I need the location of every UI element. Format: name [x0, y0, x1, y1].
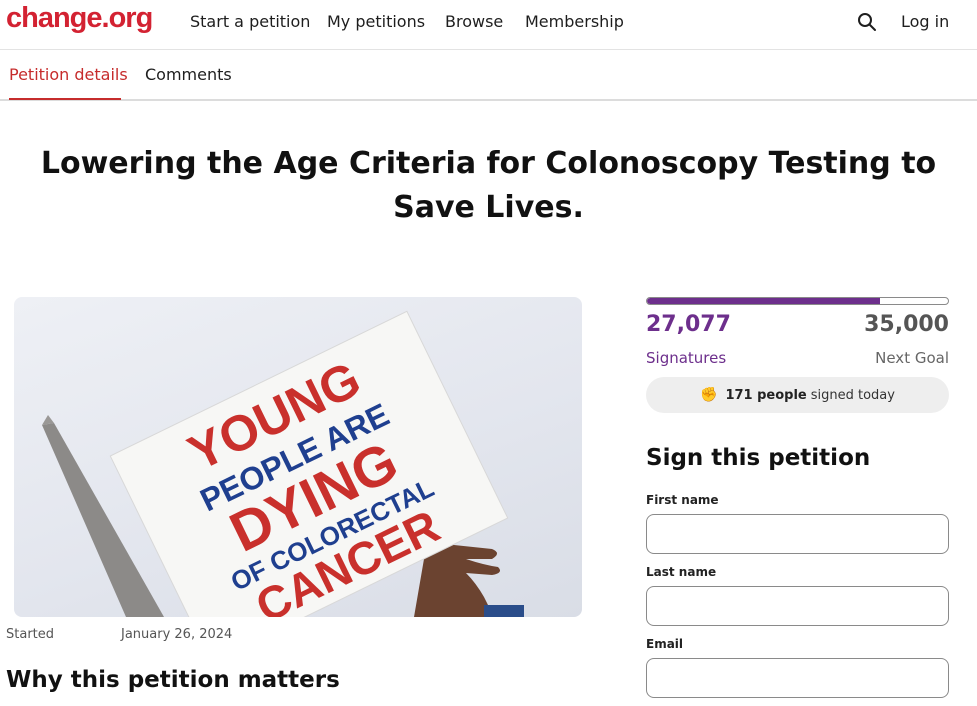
goal-count: 35,000 [864, 312, 949, 337]
signed-today-badge: ✊ 171 people signed today [646, 377, 949, 413]
active-tab-indicator [9, 98, 121, 100]
today-count: 171 people [725, 387, 807, 403]
email-field[interactable] [646, 658, 949, 698]
first-name-label: First name [646, 493, 719, 507]
petition-image: YOUNG PEOPLE ARE DYING OF COLORECTAL CAN… [14, 297, 582, 617]
nav-browse[interactable]: Browse [445, 12, 503, 31]
signatures-label: Signatures [646, 349, 727, 367]
top-nav: change.org Start a petition My petitions… [0, 0, 977, 50]
login-link[interactable]: Log in [901, 12, 949, 31]
sign-heading: Sign this petition [646, 445, 871, 471]
why-heading: Why this petition matters [6, 667, 340, 693]
signature-progress-fill [647, 298, 880, 304]
nav-start-petition[interactable]: Start a petition [190, 12, 310, 31]
today-text: signed today [810, 387, 895, 403]
tab-petition-details[interactable]: Petition details [9, 65, 128, 84]
email-label: Email [646, 637, 684, 651]
nav-membership[interactable]: Membership [525, 12, 624, 31]
last-name-field[interactable] [646, 586, 949, 626]
tab-comments[interactable]: Comments [145, 65, 232, 84]
first-name-field[interactable] [646, 514, 949, 554]
change-org-logo[interactable]: change.org [6, 2, 153, 35]
started-label: Started [6, 627, 55, 642]
signature-progress-bar [646, 297, 949, 305]
nav-my-petitions[interactable]: My petitions [327, 12, 425, 31]
petition-tabs: Petition details Comments [0, 50, 977, 101]
goal-label: Next Goal [875, 349, 949, 367]
search-icon[interactable] [857, 12, 877, 32]
petition-title: Lowering the Age Criteria for Colonoscop… [40, 146, 937, 225]
signature-count: 27,077 [646, 312, 731, 337]
started-date: January 26, 2024 [121, 627, 233, 642]
fist-icon: ✊ [700, 387, 718, 403]
last-name-label: Last name [646, 565, 717, 579]
